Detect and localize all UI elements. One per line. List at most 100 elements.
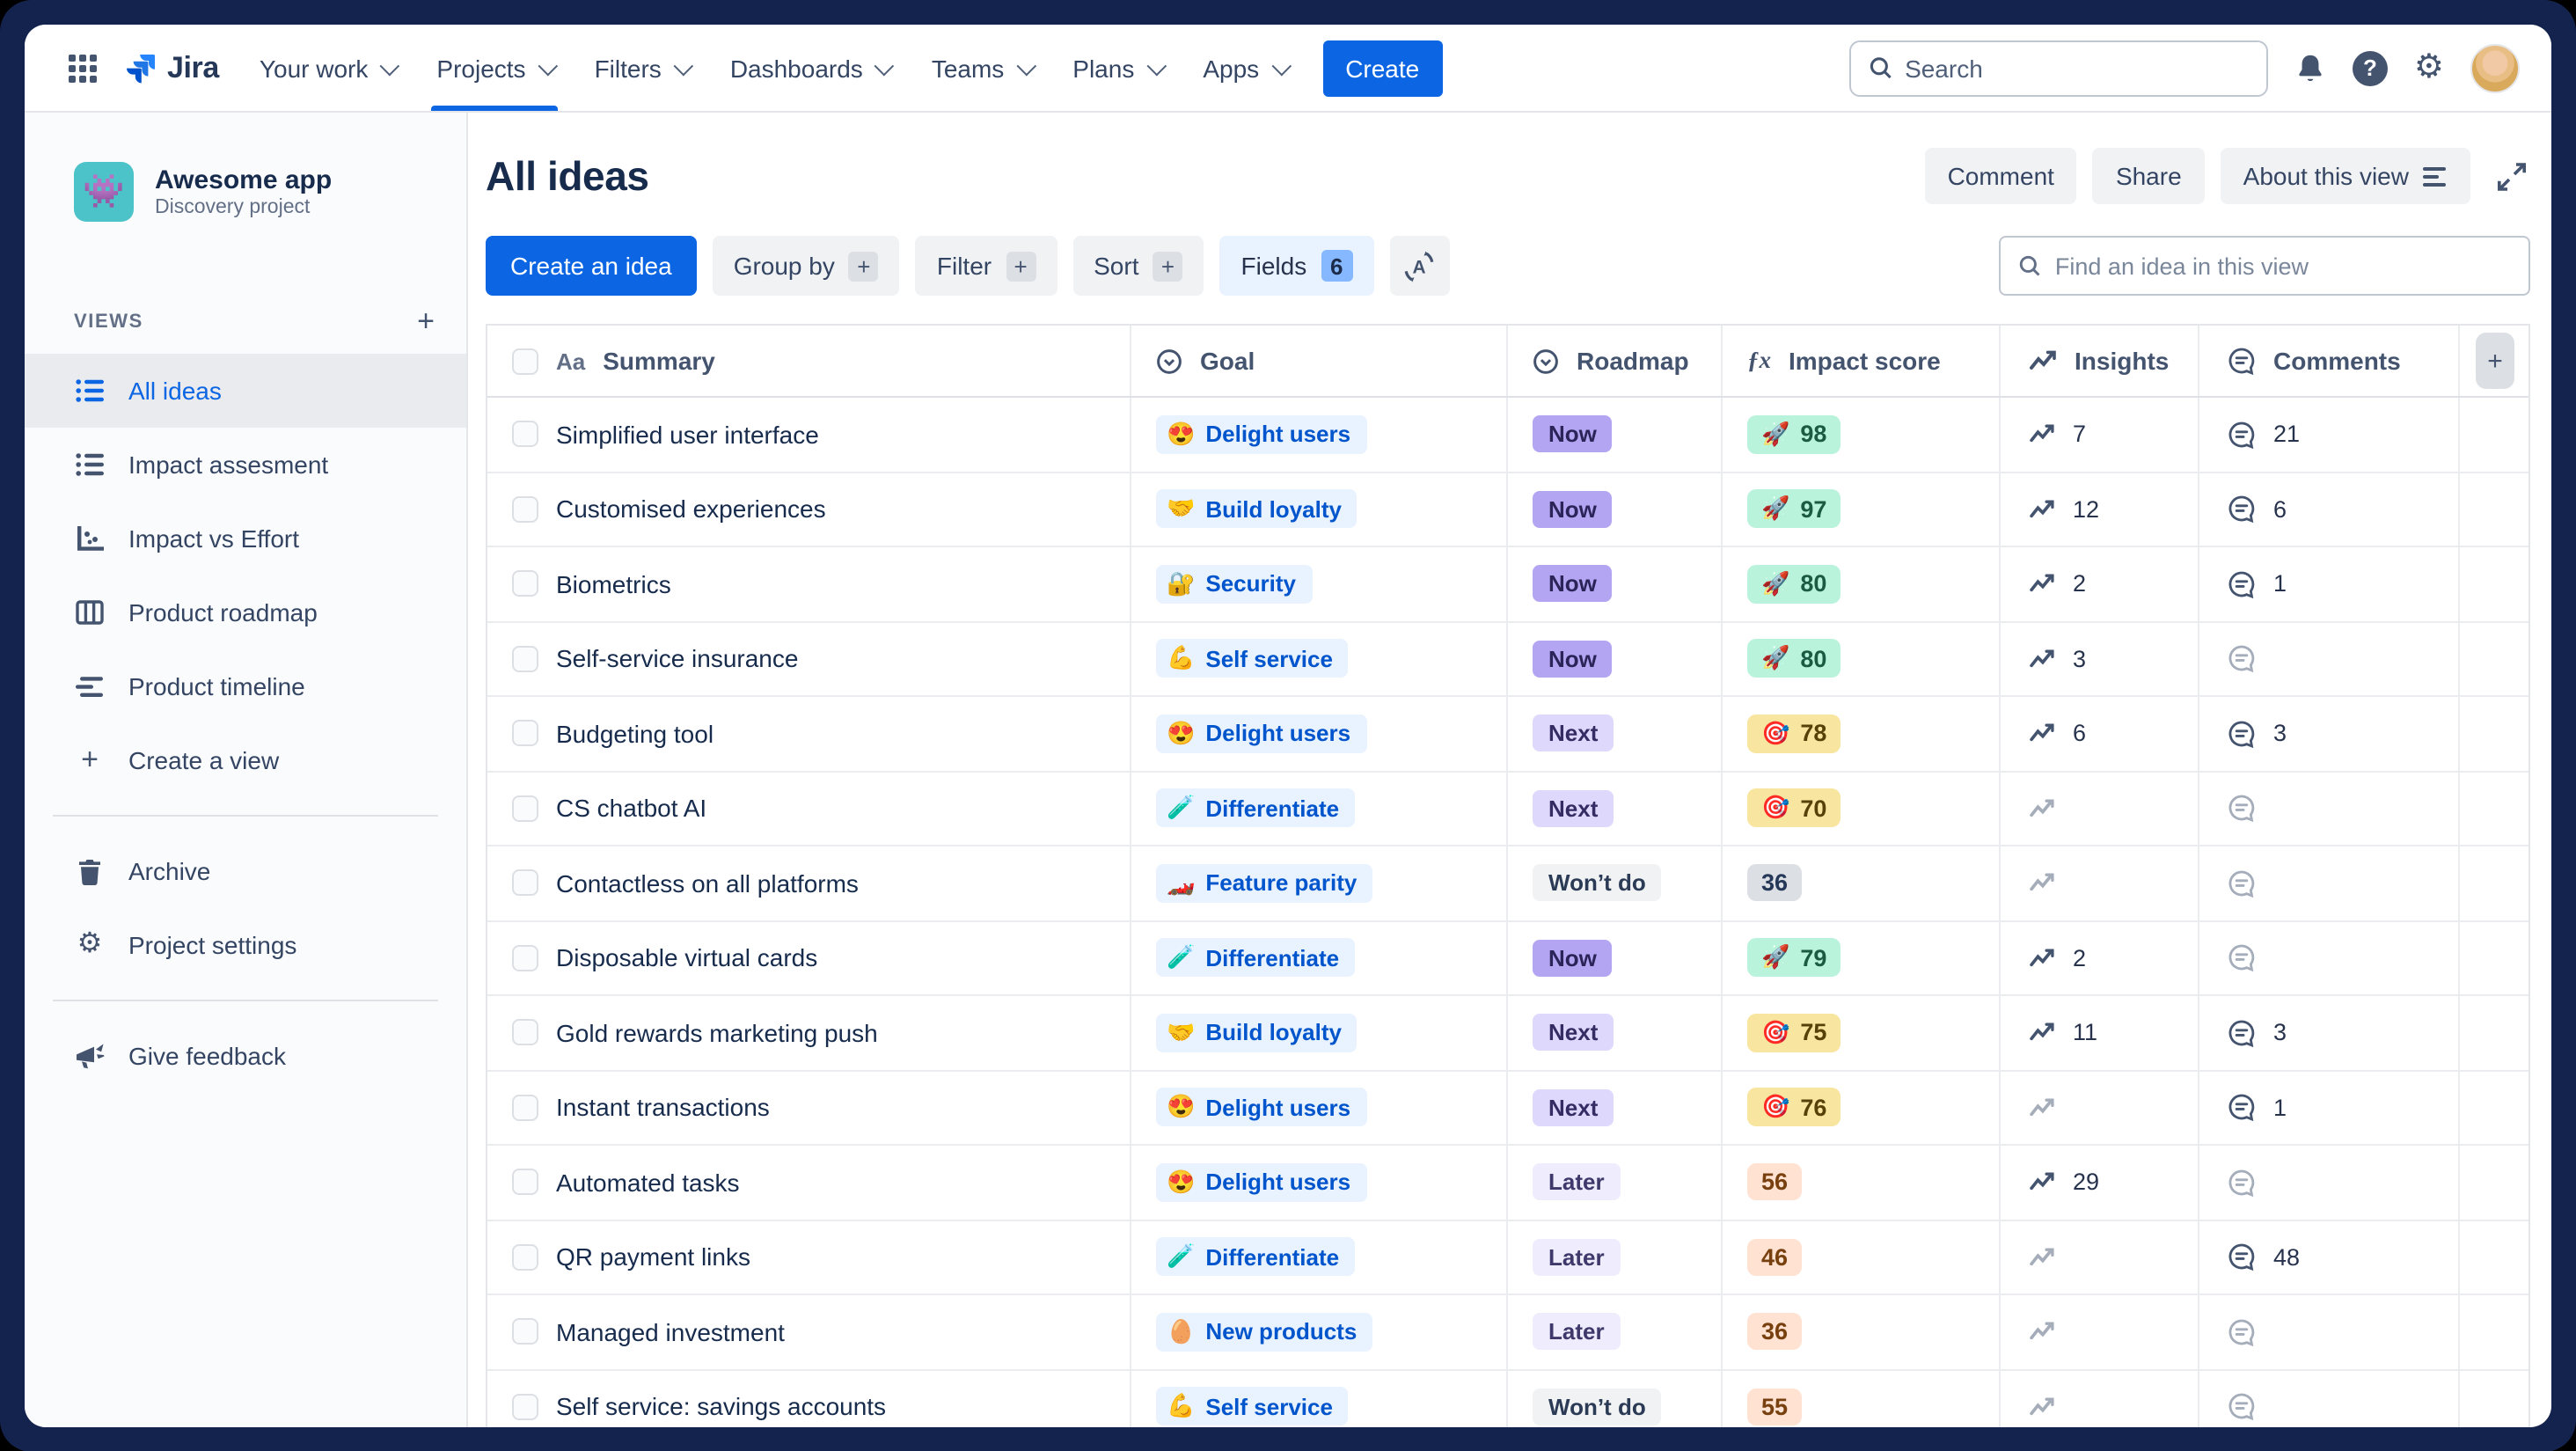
row-checkbox[interactable] bbox=[512, 869, 538, 897]
column-header-summary[interactable]: Summary bbox=[603, 347, 715, 375]
goal-badge[interactable]: 🤝 Build loyalty bbox=[1156, 489, 1358, 529]
find-idea-input[interactable] bbox=[2054, 253, 2511, 279]
column-header-goal[interactable]: Goal bbox=[1200, 347, 1255, 375]
impact-score-badge[interactable]: 🎯 70 bbox=[1747, 788, 1841, 828]
impact-score-badge[interactable]: 55 bbox=[1747, 1388, 1803, 1425]
nav-item-filters[interactable]: Filters bbox=[575, 25, 707, 111]
sort-button[interactable]: Sort + bbox=[1072, 236, 1204, 296]
sidebar-item-product-roadmap[interactable]: Product roadmap bbox=[25, 575, 466, 649]
nav-item-projects[interactable]: Projects bbox=[417, 25, 571, 111]
comments-count[interactable]: 1 bbox=[2273, 571, 2287, 597]
roadmap-badge[interactable]: Won’t do bbox=[1533, 1388, 1662, 1425]
goal-badge[interactable]: 💪 Self service bbox=[1156, 639, 1349, 678]
goal-badge[interactable]: 💪 Self service bbox=[1156, 1387, 1349, 1426]
insights-count[interactable]: 11 bbox=[2073, 1020, 2097, 1046]
row-checkbox[interactable] bbox=[512, 944, 538, 971]
idea-summary[interactable]: Customised experiences bbox=[556, 495, 826, 524]
impact-score-badge[interactable]: 🚀 80 bbox=[1747, 564, 1841, 604]
create-button[interactable]: Create bbox=[1322, 40, 1443, 96]
goal-badge[interactable]: 😍 Delight users bbox=[1156, 414, 1367, 454]
insights-count[interactable]: 3 bbox=[2073, 646, 2086, 672]
roadmap-badge[interactable]: Now bbox=[1533, 939, 1613, 977]
roadmap-badge[interactable]: Next bbox=[1533, 1014, 1614, 1052]
settings-gear-icon[interactable]: ⚙ bbox=[2414, 51, 2444, 84]
comments-count[interactable]: 3 bbox=[2273, 1020, 2287, 1046]
roadmap-badge[interactable]: Now bbox=[1533, 490, 1613, 528]
roadmap-badge[interactable]: Later bbox=[1533, 1313, 1621, 1351]
nav-item-apps[interactable]: Apps bbox=[1183, 25, 1305, 111]
row-checkbox[interactable] bbox=[512, 1169, 538, 1196]
insights-count[interactable]: 29 bbox=[2073, 1169, 2099, 1196]
goal-badge[interactable]: 🧪 Differentiate bbox=[1156, 788, 1356, 828]
jira-logo[interactable]: Jira bbox=[116, 25, 237, 111]
column-header-roadmap[interactable]: Roadmap bbox=[1577, 347, 1689, 375]
add-column-button[interactable]: + bbox=[2476, 333, 2514, 389]
idea-summary[interactable]: Disposable virtual cards bbox=[556, 944, 817, 972]
nav-item-dashboards[interactable]: Dashboards bbox=[711, 25, 909, 111]
project-header[interactable]: 👾 Awesome app Discovery project bbox=[74, 162, 438, 222]
roadmap-badge[interactable]: Later bbox=[1533, 1238, 1621, 1276]
comments-count[interactable]: 21 bbox=[2273, 421, 2300, 448]
column-header-impact-score[interactable]: Impact score bbox=[1789, 347, 1941, 375]
impact-score-badge[interactable]: 36 bbox=[1747, 1313, 1803, 1351]
fields-button[interactable]: Fields 6 bbox=[1219, 236, 1374, 296]
sidebar-item-project-settings[interactable]: ⚙ Project settings bbox=[25, 908, 466, 982]
app-switcher-icon[interactable] bbox=[53, 25, 113, 111]
create-an-idea-button[interactable]: Create an idea bbox=[486, 236, 697, 296]
impact-score-badge[interactable]: 🚀 98 bbox=[1747, 414, 1841, 454]
insights-count[interactable]: 7 bbox=[2073, 421, 2086, 448]
impact-score-badge[interactable]: 🚀 80 bbox=[1747, 639, 1841, 678]
comments-count[interactable]: 1 bbox=[2273, 1095, 2287, 1121]
comments-count[interactable]: 3 bbox=[2273, 721, 2287, 747]
impact-score-badge[interactable]: 🎯 78 bbox=[1747, 714, 1841, 753]
sidebar-item-impact-assesment[interactable]: Impact assesment bbox=[25, 428, 466, 502]
about-this-view-button[interactable]: About this view bbox=[2220, 148, 2470, 204]
roadmap-badge[interactable]: Now bbox=[1533, 640, 1613, 678]
row-checkbox[interactable] bbox=[512, 495, 538, 523]
insights-count[interactable]: 2 bbox=[2073, 571, 2086, 597]
row-checkbox[interactable] bbox=[512, 421, 538, 448]
global-search-box[interactable] bbox=[1848, 40, 2268, 96]
comment-button[interactable]: Comment bbox=[1924, 148, 2077, 204]
nav-item-your-work[interactable]: Your work bbox=[240, 25, 414, 111]
goal-badge[interactable]: 😍 Delight users bbox=[1156, 714, 1367, 753]
row-checkbox[interactable] bbox=[512, 645, 538, 672]
sidebar-item-create-a-view[interactable]: + Create a view bbox=[25, 723, 466, 797]
idea-summary[interactable]: Self service: savings accounts bbox=[556, 1393, 886, 1421]
impact-score-badge[interactable]: 🚀 79 bbox=[1747, 938, 1841, 978]
roadmap-badge[interactable]: Next bbox=[1533, 789, 1614, 827]
idea-summary[interactable]: Automated tasks bbox=[556, 1169, 740, 1197]
idea-summary[interactable]: QR payment links bbox=[556, 1243, 750, 1271]
goal-badge[interactable]: 🏎️ Feature parity bbox=[1156, 863, 1373, 903]
roadmap-badge[interactable]: Now bbox=[1533, 415, 1613, 453]
comments-count[interactable]: 6 bbox=[2273, 496, 2287, 523]
roadmap-badge[interactable]: Now bbox=[1533, 565, 1613, 603]
share-button[interactable]: Share bbox=[2092, 148, 2205, 204]
row-checkbox[interactable] bbox=[512, 1318, 538, 1345]
goal-badge[interactable]: 🔐 Security bbox=[1156, 564, 1312, 604]
group-by-button[interactable]: Group by + bbox=[712, 236, 900, 296]
row-checkbox[interactable] bbox=[512, 1243, 538, 1271]
impact-score-badge[interactable]: 🎯 76 bbox=[1747, 1088, 1841, 1127]
insights-count[interactable]: 12 bbox=[2073, 496, 2099, 523]
goal-badge[interactable]: 🤝 Build loyalty bbox=[1156, 1013, 1358, 1052]
alphabetical-sort-icon-button[interactable]: A bbox=[1389, 236, 1450, 296]
idea-summary[interactable]: Simplified user interface bbox=[556, 421, 819, 449]
find-idea-search-box[interactable] bbox=[1999, 236, 2530, 296]
add-view-icon[interactable]: + bbox=[417, 306, 435, 336]
comments-count[interactable]: 48 bbox=[2273, 1244, 2300, 1271]
goal-badge[interactable]: 🧪 Differentiate bbox=[1156, 938, 1356, 978]
idea-summary[interactable]: Contactless on all platforms bbox=[556, 869, 859, 898]
impact-score-badge[interactable]: 🚀 97 bbox=[1747, 489, 1841, 529]
idea-summary[interactable]: Biometrics bbox=[556, 570, 671, 598]
sidebar-item-archive[interactable]: Archive bbox=[25, 834, 466, 908]
roadmap-badge[interactable]: Next bbox=[1533, 715, 1614, 752]
row-checkbox[interactable] bbox=[512, 1019, 538, 1046]
idea-summary[interactable]: Gold rewards marketing push bbox=[556, 1019, 878, 1047]
nav-item-teams[interactable]: Teams bbox=[912, 25, 1050, 111]
nav-item-plans[interactable]: Plans bbox=[1053, 25, 1180, 111]
idea-summary[interactable]: Managed investment bbox=[556, 1318, 785, 1346]
row-checkbox[interactable] bbox=[512, 570, 538, 597]
notifications-bell-icon[interactable] bbox=[2294, 52, 2326, 84]
goal-badge[interactable]: 🧪 Differentiate bbox=[1156, 1237, 1356, 1277]
